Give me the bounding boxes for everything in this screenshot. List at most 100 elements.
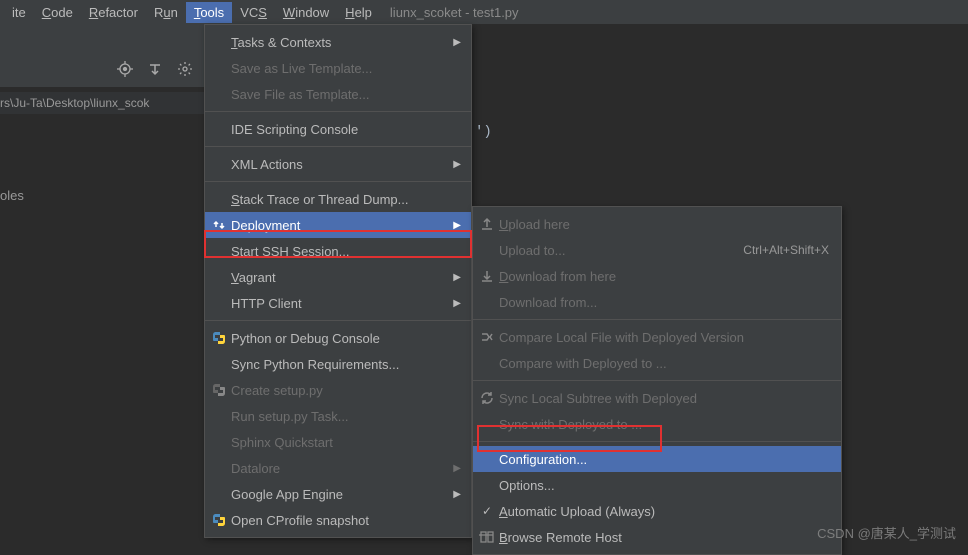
browse-icon <box>479 529 495 545</box>
menu-item-python-or-debug-console[interactable]: Python or Debug Console <box>205 325 471 351</box>
expand-icon[interactable] <box>146 60 164 78</box>
menu-item-stack-trace-or-thread-dump[interactable]: Stack Trace or Thread Dump... <box>205 186 471 212</box>
submenu-item-label: Compare Local File with Deployed Version <box>499 330 744 345</box>
submenu-item-label: Upload here <box>499 217 570 232</box>
menu-ite[interactable]: ite <box>4 2 34 23</box>
submenu-arrow-icon: ▶ <box>453 37 461 48</box>
menu-item-xml-actions[interactable]: XML Actions ▶ <box>205 151 471 177</box>
menu-item-start-ssh-session[interactable]: Start SSH Session... <box>205 238 471 264</box>
menu-item-label: Vagrant <box>231 270 276 285</box>
submenu-item-label: Compare with Deployed to ... <box>499 356 667 371</box>
submenu-item-label: Sync Local Subtree with Deployed <box>499 391 697 406</box>
menu-item-http-client[interactable]: HTTP Client ▶ <box>205 290 471 316</box>
menu-item-label: Sphinx Quickstart <box>231 435 333 450</box>
menu-tools[interactable]: Tools <box>186 2 232 23</box>
submenu-item-browse-remote-host[interactable]: Browse Remote Host <box>473 524 841 550</box>
menu-item-sphinx-quickstart: Sphinx Quickstart <box>205 429 471 455</box>
submenu-arrow-icon: ▶ <box>453 220 461 231</box>
menu-item-vagrant[interactable]: Vagrant ▶ <box>205 264 471 290</box>
menu-item-label: Google App Engine <box>231 487 343 502</box>
watermark: CSDN @唐某人_学测试 <box>817 523 956 542</box>
menu-code[interactable]: Code <box>34 2 81 23</box>
menu-item-open-cprofile-snapshot[interactable]: Open CProfile snapshot <box>205 507 471 533</box>
gear-icon[interactable] <box>176 60 194 78</box>
menu-item-label: Sync Python Requirements... <box>231 357 399 372</box>
submenu-arrow-icon: ▶ <box>453 463 461 474</box>
submenu-item-sync-with-deployed-to: Sync with Deployed to ... <box>473 411 841 437</box>
menu-item-label: IDE Scripting Console <box>231 122 358 137</box>
menu-item-label: Tasks & Contexts <box>231 35 331 50</box>
submenu-item-label: Sync with Deployed to ... <box>499 417 642 432</box>
code-fragment: ') <box>475 124 492 140</box>
side-fragment: oles <box>0 188 24 203</box>
menu-item-sync-python-requirements[interactable]: Sync Python Requirements... <box>205 351 471 377</box>
menu-item-save-as-live-template: Save as Live Template... <box>205 55 471 81</box>
menu-item-deployment[interactable]: Deployment ▶ <box>205 212 471 238</box>
window-title: liunx_scoket - test1.py <box>390 5 519 20</box>
python-icon <box>211 330 227 346</box>
check-icon: ✓ <box>479 503 495 519</box>
separator <box>205 181 471 182</box>
python-gray-icon <box>211 382 227 398</box>
separator <box>473 380 841 381</box>
submenu-item-label: Download from... <box>499 295 597 310</box>
menu-item-label: Stack Trace or Thread Dump... <box>231 192 409 207</box>
submenu-item-download-from-here: Download from here <box>473 263 841 289</box>
menu-item-label: Open CProfile snapshot <box>231 513 369 528</box>
shortcut-label: Ctrl+Alt+Shift+X <box>743 243 829 257</box>
target-icon[interactable] <box>116 60 134 78</box>
menu-item-label: Save File as Template... <box>231 87 370 102</box>
submenu-item-label: Download from here <box>499 269 616 284</box>
tools-menu: Tasks & Contexts ▶ Save as Live Template..… <box>204 24 472 538</box>
deploy-icon <box>211 217 227 233</box>
menu-vcs[interactable]: VCS <box>232 2 275 23</box>
menu-item-datalore: Datalore ▶ <box>205 455 471 481</box>
upload-icon <box>479 216 495 232</box>
submenu-arrow-icon: ▶ <box>453 272 461 283</box>
separator <box>205 320 471 321</box>
compare-icon <box>479 329 495 345</box>
menu-item-label: XML Actions <box>231 157 303 172</box>
menu-help[interactable]: Help <box>337 2 380 23</box>
menu-item-tasks-contexts[interactable]: Tasks & Contexts ▶ <box>205 29 471 55</box>
separator <box>205 111 471 112</box>
menu-item-label: Datalore <box>231 461 280 476</box>
menu-item-label: Save as Live Template... <box>231 61 372 76</box>
submenu-arrow-icon: ▶ <box>453 298 461 309</box>
submenu-item-sync-local-subtree-with-deployed: Sync Local Subtree with Deployed <box>473 385 841 411</box>
submenu-item-automatic-upload-always[interactable]: ✓ Automatic Upload (Always) <box>473 498 841 524</box>
menu-item-save-file-as-template: Save File as Template... <box>205 81 471 107</box>
menu-run[interactable]: Run <box>146 2 186 23</box>
menu-item-label: HTTP Client <box>231 296 302 311</box>
submenu-item-configuration[interactable]: Configuration... <box>473 446 841 472</box>
menu-item-create-setup-py: Create setup.py <box>205 377 471 403</box>
sync-icon <box>479 390 495 406</box>
menu-item-label: Create setup.py <box>231 383 323 398</box>
menubar: iteCodeRefactorRunToolsVCSWindowHelp liun… <box>0 0 968 24</box>
submenu-item-label: Configuration... <box>499 452 587 467</box>
menu-refactor[interactable]: Refactor <box>81 2 146 23</box>
submenu-item-options[interactable]: Options... <box>473 472 841 498</box>
submenu-arrow-icon: ▶ <box>453 159 461 170</box>
submenu-item-download-from: Download from... <box>473 289 841 315</box>
separator <box>473 319 841 320</box>
submenu-item-label: Upload to... <box>499 243 566 258</box>
menu-item-label: Run setup.py Task... <box>231 409 349 424</box>
menu-item-google-app-engine[interactable]: Google App Engine▶ <box>205 481 471 507</box>
python-icon <box>211 512 227 528</box>
menu-item-ide-scripting-console[interactable]: IDE Scripting Console <box>205 116 471 142</box>
submenu-item-compare-local-file-with-deployed-version: Compare Local File with Deployed Version <box>473 324 841 350</box>
submenu-item-label: Automatic Upload (Always) <box>499 504 655 519</box>
menu-item-label: Deployment <box>231 218 300 233</box>
submenu-item-upload-to: Upload to... Ctrl+Alt+Shift+X <box>473 237 841 263</box>
submenu-item-label: Browse Remote Host <box>499 530 622 545</box>
submenu-item-label: Options... <box>499 478 555 493</box>
menu-item-run-setup-py-task: Run setup.py Task... <box>205 403 471 429</box>
separator <box>473 441 841 442</box>
deployment-submenu: Upload here Upload to... Ctrl+Alt+Shift+X D… <box>472 206 842 555</box>
download-icon <box>479 268 495 284</box>
menu-item-label: Python or Debug Console <box>231 331 380 346</box>
separator <box>205 146 471 147</box>
menu-window[interactable]: Window <box>275 2 337 23</box>
submenu-item-upload-here: Upload here <box>473 211 841 237</box>
